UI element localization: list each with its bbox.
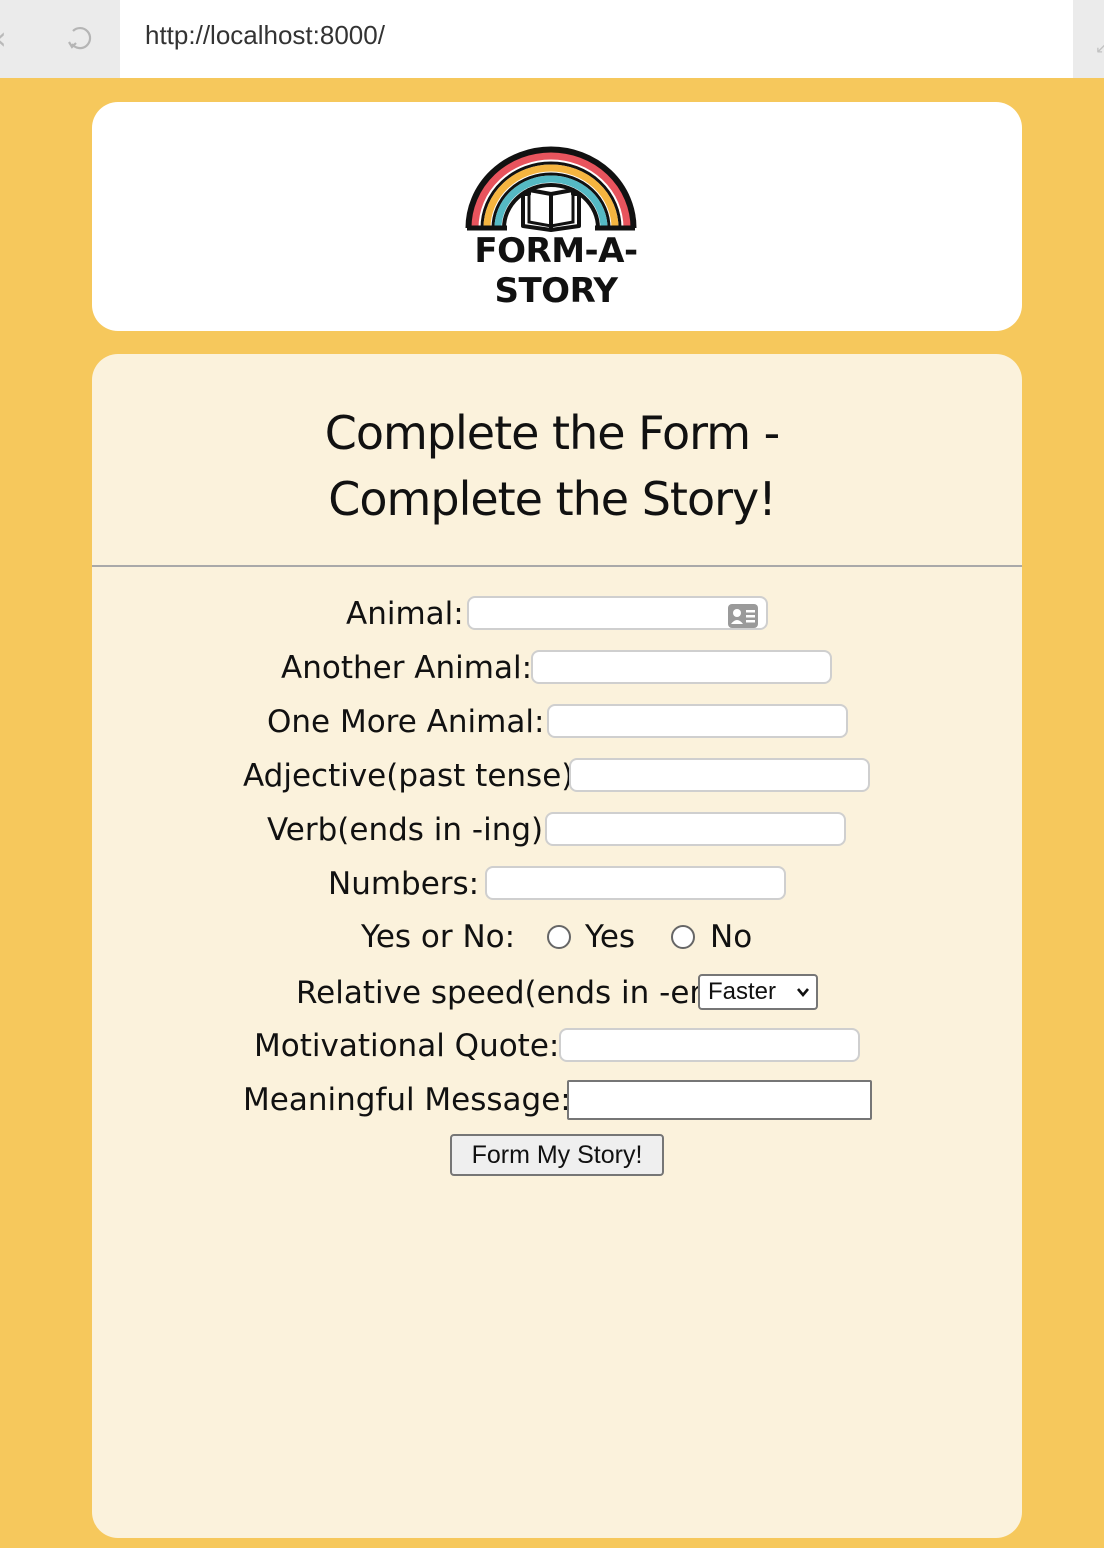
- adjective-row: Adjective(past tense):: [0, 756, 1104, 796]
- meaningful-message-input[interactable]: [567, 1080, 872, 1120]
- form-title: Complete the Form - Complete the Story!: [0, 400, 1104, 532]
- yes-radio[interactable]: [547, 925, 571, 949]
- chevron-down-icon: [797, 988, 809, 998]
- contact-card-autofill-icon[interactable]: [727, 603, 759, 629]
- url-text: http://localhost:8000/: [145, 20, 385, 50]
- adjective-label: Adjective(past tense):: [243, 758, 584, 794]
- no-radio[interactable]: [671, 925, 695, 949]
- no-radio-label[interactable]: No: [710, 917, 752, 957]
- browser-toolbar: ‹ http://localhost:8000/ ↙: [0, 0, 1104, 78]
- yes-radio-label[interactable]: Yes: [585, 917, 635, 957]
- one-more-animal-label: One More Animal:: [267, 704, 545, 740]
- meaningful-message-row: Meaningful Message:: [0, 1080, 1104, 1120]
- motivational-quote-input[interactable]: [559, 1028, 860, 1062]
- verb-row: Verb(ends in -ing):: [0, 810, 1104, 850]
- motivational-quote-row: Motivational Quote:: [0, 1026, 1104, 1066]
- form-title-line-1: Complete the Form -: [324, 406, 781, 460]
- numbers-label: Numbers:: [328, 866, 480, 902]
- yes-no-label: Yes or No:: [361, 919, 516, 955]
- reload-icon[interactable]: [64, 22, 96, 54]
- one-more-animal-row: One More Animal:: [0, 702, 1104, 742]
- motivational-quote-label: Motivational Quote:: [254, 1028, 560, 1064]
- back-arrow-icon[interactable]: ‹: [0, 20, 24, 56]
- animal-row: Animal:: [0, 594, 1104, 634]
- form-title-line-2: Complete the Story!: [328, 472, 776, 526]
- divider: [92, 565, 1022, 567]
- relative-speed-selected-value: Faster: [708, 978, 777, 1005]
- relative-speed-row: Relative speed(ends in -er) Faster: [0, 973, 1104, 1013]
- animal-label: Animal:: [346, 596, 464, 632]
- resize-corner-icon: ↙: [1095, 38, 1104, 57]
- numbers-input[interactable]: [485, 866, 786, 900]
- address-bar[interactable]: http://localhost:8000/: [120, 0, 1073, 78]
- yes-no-row: Yes or No: Yes No: [0, 917, 1104, 957]
- another-animal-row: Another Animal:: [0, 648, 1104, 688]
- verb-label: Verb(ends in -ing):: [267, 812, 554, 848]
- relative-speed-label: Relative speed(ends in -er): [296, 975, 715, 1011]
- logo-wordmark: FORM-A-STORY: [474, 231, 638, 311]
- animal-input[interactable]: [467, 596, 768, 630]
- verb-input[interactable]: [545, 812, 846, 846]
- rainbow-book-logo-icon: [465, 146, 637, 232]
- adjective-input[interactable]: [569, 758, 870, 792]
- numbers-row: Numbers:: [0, 864, 1104, 904]
- form-my-story-button[interactable]: Form My Story!: [450, 1134, 664, 1176]
- meaningful-message-label: Meaningful Message:: [243, 1082, 571, 1118]
- relative-speed-select[interactable]: Faster: [698, 974, 818, 1010]
- another-animal-label: Another Animal:: [281, 650, 533, 686]
- another-animal-input[interactable]: [531, 650, 832, 684]
- one-more-animal-input[interactable]: [547, 704, 848, 738]
